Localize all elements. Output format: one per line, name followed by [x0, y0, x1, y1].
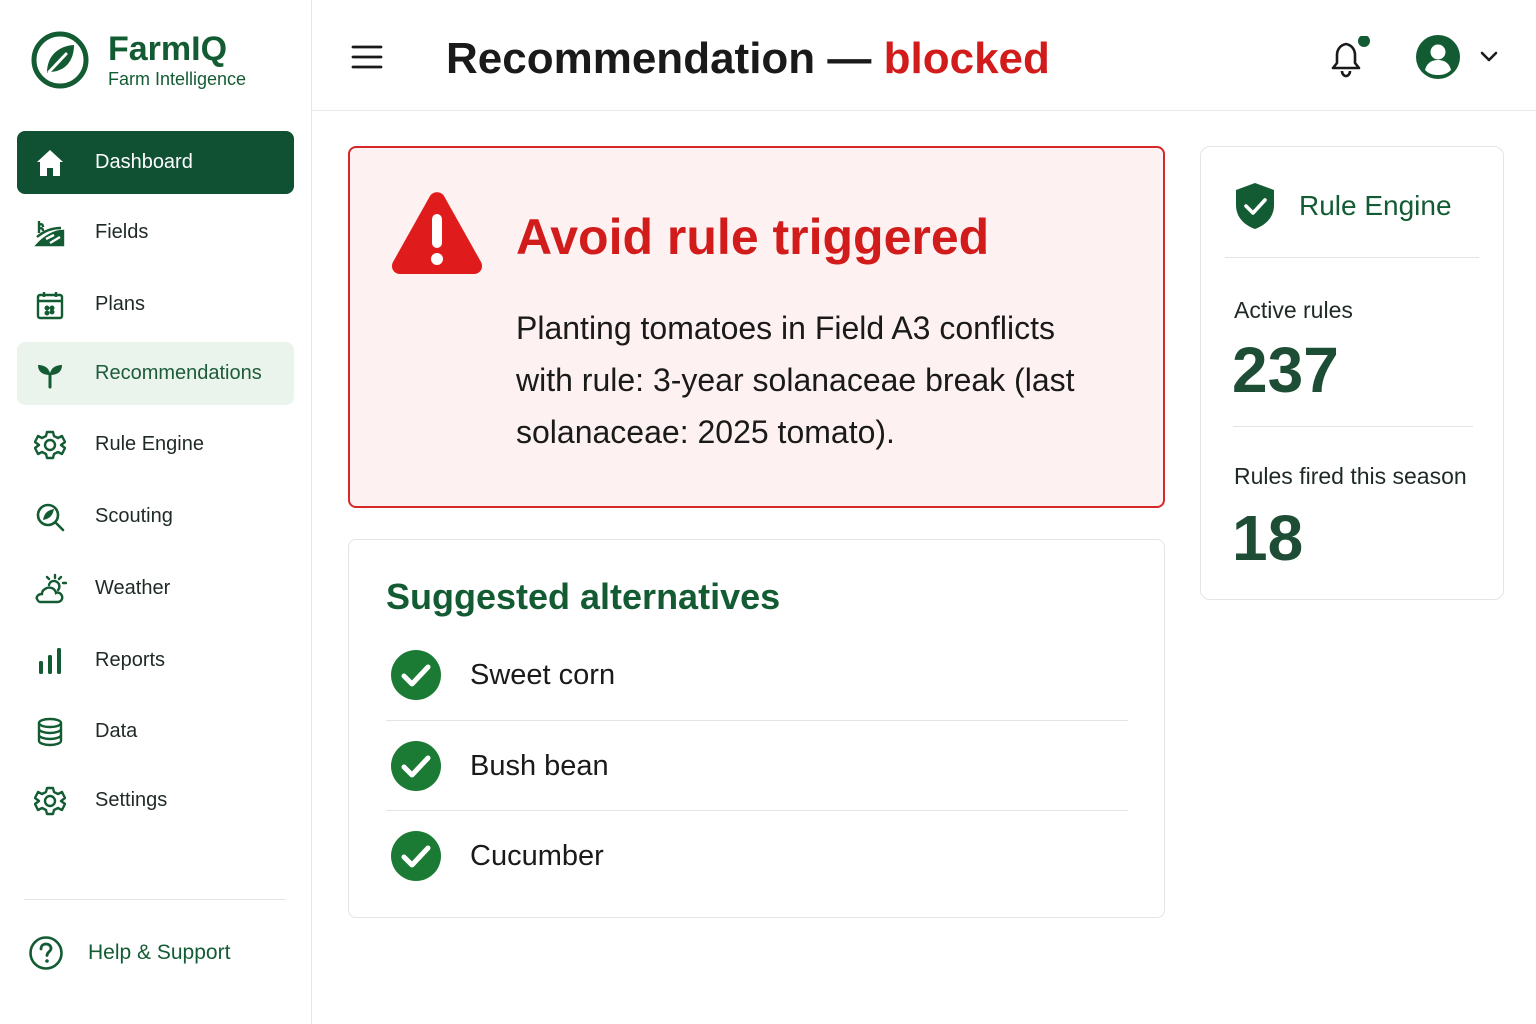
status-blocked-label: blocked [883, 34, 1050, 83]
sidebar-item-label: Settings [95, 789, 168, 811]
rule-engine-header: Rule Engine [1233, 181, 1452, 231]
sprout-icon [33, 357, 67, 391]
sidebar-item-reports[interactable]: Reports [17, 629, 294, 692]
fields-icon [33, 216, 67, 250]
brand[interactable]: FarmIQ Farm Intelligence [30, 30, 246, 90]
database-icon [33, 715, 67, 749]
divider [1233, 426, 1473, 427]
alternative-item[interactable]: Bush bean [386, 721, 1128, 811]
avoid-rule-alert: Avoid rule triggered Planting tomatoes i… [348, 146, 1165, 508]
sidebar-item-rule-engine[interactable]: Rule Engine [17, 413, 294, 476]
alternatives-title: Suggested alternatives [386, 576, 781, 617]
sidebar-item-settings[interactable]: Settings [17, 769, 294, 832]
sidebar-item-label: Scouting [95, 505, 173, 527]
sidebar-item-plans[interactable]: Plans [17, 273, 294, 336]
leaf-logo-icon [31, 31, 89, 89]
active-rules-value: 237 [1232, 334, 1339, 406]
alternative-label: Cucumber [470, 839, 604, 872]
rules-fired-label: Rules fired this season [1234, 463, 1467, 489]
suggested-alternatives-card: Suggested alternatives Sweet corn Bush b… [348, 539, 1165, 918]
alternative-item[interactable]: Cucumber [386, 811, 1128, 901]
alert-message: Planting tomatoes in Field A3 conflicts … [516, 310, 1075, 450]
top-header: Recommendation — blocked [312, 0, 1536, 111]
check-circle-icon [391, 741, 441, 791]
sidebar-item-label: Reports [95, 649, 166, 671]
alternative-item[interactable]: Sweet corn [386, 630, 1128, 720]
sidebar-item-label: Rule Engine [95, 433, 204, 455]
sidebar-item-label: Recommendations [95, 362, 262, 384]
user-menu[interactable] [1414, 33, 1502, 81]
check-circle-icon [391, 831, 441, 881]
sidebar-item-label: Dashboard [95, 151, 193, 173]
warning-icon [391, 192, 483, 274]
hamburger-menu-icon[interactable] [350, 40, 384, 74]
sidebar-item-recommendations[interactable]: Recommendations [17, 342, 294, 405]
alternative-label: Bush bean [470, 749, 609, 782]
bar-chart-icon [33, 644, 67, 678]
sidebar-item-data[interactable]: Data [17, 700, 294, 763]
rules-fired-value: 18 [1232, 502, 1304, 574]
help-icon [29, 936, 63, 970]
avatar-icon [1416, 35, 1460, 79]
sidebar-item-label: Plans [95, 293, 146, 315]
weather-icon [33, 572, 67, 606]
page-title-text: Recommendation — [446, 34, 884, 83]
sidebar-item-dashboard[interactable]: Dashboard [17, 131, 294, 194]
help-support-link[interactable]: Help & Support [28, 935, 230, 971]
alert-title: Avoid rule triggered [516, 209, 990, 265]
sidebar-item-scouting[interactable]: Scouting [17, 485, 294, 548]
sidebar-item-label: Data [95, 720, 138, 742]
sidebar-item-label: Fields [95, 221, 149, 243]
divider [1225, 257, 1479, 258]
notification-dot [1358, 36, 1370, 47]
notification-bell-icon[interactable] [1326, 36, 1370, 80]
sidebar-divider [24, 899, 286, 900]
brand-subtitle: Farm Intelligence [108, 68, 247, 89]
active-rules-label: Active rules [1234, 297, 1353, 323]
sidebar-item-label: Weather [95, 577, 171, 599]
settings-icon [33, 784, 67, 818]
gear-icon [33, 428, 67, 462]
check-circle-icon [391, 650, 441, 700]
rule-engine-title: Rule Engine [1299, 190, 1452, 221]
chevron-down-icon [1480, 51, 1498, 62]
page-title: Recommendation — blocked [446, 34, 1050, 84]
brand-name: FarmIQ [108, 29, 228, 68]
help-support-label: Help & Support [88, 941, 231, 964]
search-icon [33, 500, 67, 534]
shield-check-icon [1236, 183, 1274, 229]
rule-engine-card: Rule Engine Active rules 237 Rules fired… [1200, 146, 1504, 600]
home-icon [33, 146, 67, 180]
sidebar: FarmIQ Farm Intelligence Dashboard Field… [0, 0, 312, 1024]
sidebar-item-weather[interactable]: Weather [17, 557, 294, 620]
sidebar-item-fields[interactable]: Fields [17, 201, 294, 264]
calendar-icon [33, 288, 67, 322]
alternative-label: Sweet corn [470, 658, 616, 691]
